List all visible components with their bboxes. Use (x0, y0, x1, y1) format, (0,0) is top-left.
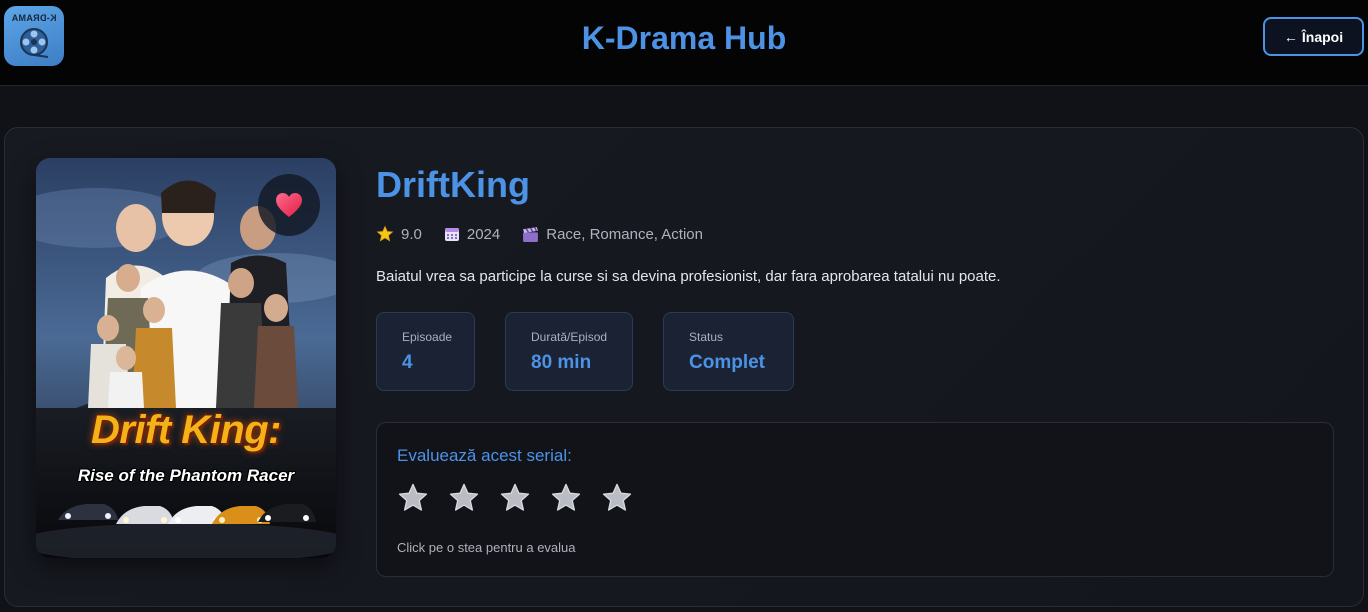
arrow-left-icon: ← (1283, 28, 1298, 45)
episodes-box: Episoade 4 (376, 312, 475, 391)
drama-meta: 9.0 2024 Race, Romance, Action (376, 223, 725, 245)
drama-description: Baiatul vrea sa participe la curse si sa… (376, 268, 1001, 285)
site-title: K-Drama Hub (581, 20, 787, 56)
rating-hint: Click pe o stea pentru a evalua (397, 540, 576, 555)
genre-value: Race, Romance, Action (546, 225, 703, 243)
duration-label: Durată/Episod (531, 330, 608, 344)
rate-star-2-icon[interactable] (448, 482, 480, 514)
star-rating-input (397, 482, 633, 514)
status-box: Status Complet (663, 312, 794, 391)
duration-value: 80 min (531, 352, 592, 373)
drama-detail-card: Drift King: Rise of the Phantom Racer Dr… (4, 127, 1364, 607)
rate-star-5-icon[interactable] (601, 482, 633, 514)
genre-meta: Race, Romance, Action (522, 226, 703, 243)
calendar-icon (444, 228, 459, 241)
rate-star-4-icon[interactable] (550, 482, 582, 514)
status-label: Status (689, 330, 724, 344)
user-rating-panel: Evaluează acest serial: Click pe o stea … (376, 422, 1334, 577)
year-meta: 2024 (444, 226, 500, 243)
poster-title: Drift King: (90, 408, 282, 452)
drama-poster: Drift King: Rise of the Phantom Racer (36, 158, 336, 558)
heart-icon (276, 193, 302, 217)
rating-meta: 9.0 (376, 225, 422, 243)
episodes-value: 4 (402, 352, 413, 373)
drama-title: DriftKing (376, 164, 530, 205)
back-button[interactable]: ← Înapoi (1263, 17, 1364, 56)
app-header: K-DRAMA K-Drama Hub ← Înapoi (0, 0, 1368, 86)
rate-star-1-icon[interactable] (397, 482, 429, 514)
status-value: Complet (689, 352, 765, 373)
episodes-label: Episoade (402, 330, 453, 344)
back-button-label: Înapoi (1301, 28, 1344, 45)
rate-star-3-icon[interactable] (499, 482, 531, 514)
favorite-button[interactable] (258, 174, 320, 236)
poster-subtitle: Rise of the Phantom Racer (77, 466, 295, 485)
star-icon (376, 225, 394, 242)
duration-box: Durată/Episod 80 min (505, 312, 633, 391)
user-rating-title: Evaluează acest serial: (397, 446, 572, 465)
year-value: 2024 (466, 225, 501, 243)
clapperboard-icon (523, 226, 539, 242)
rating-value: 9.0 (401, 225, 422, 243)
